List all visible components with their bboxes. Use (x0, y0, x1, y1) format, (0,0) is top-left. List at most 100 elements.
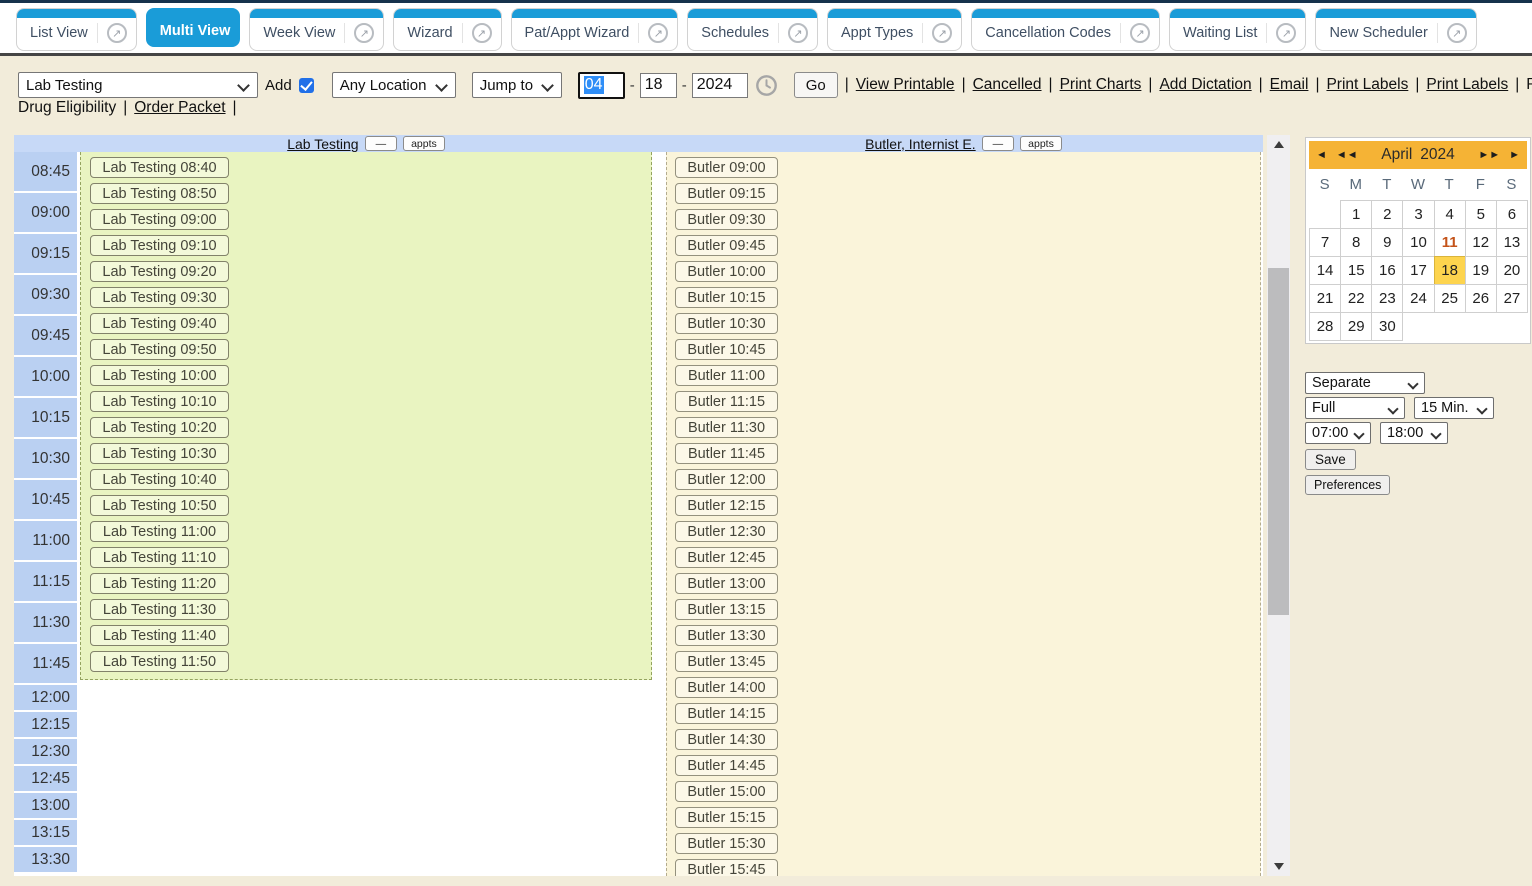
calendar-day[interactable]: 6 (1496, 200, 1528, 229)
calendar-day[interactable]: 21 (1309, 284, 1341, 313)
calendar-day[interactable]: 10 (1402, 228, 1434, 257)
layout-mode-select[interactable]: Separate (1305, 372, 1425, 394)
prev-year-icon[interactable]: ◄◄ (1336, 149, 1358, 161)
tab-multi-view[interactable]: Multi View (146, 8, 241, 47)
butler-column-title-link[interactable]: Butler, Internist E. (865, 136, 976, 152)
tab-appt-types[interactable]: Appt Types↗ (827, 8, 962, 51)
appointment-slot-button[interactable]: Lab Testing 10:50 (90, 495, 229, 516)
appointment-slot-button[interactable]: Butler 11:30 (675, 417, 778, 438)
appointment-slot-button[interactable]: Lab Testing 08:50 (90, 183, 229, 204)
butler-minimize-button[interactable]: — (982, 136, 1015, 151)
appointment-slot-button[interactable]: Lab Testing 11:10 (90, 547, 229, 568)
calendar-day[interactable]: 4 (1434, 200, 1466, 229)
toolbar-link-view-printable[interactable]: View Printable (856, 76, 955, 94)
calendar-day[interactable]: 13 (1496, 228, 1528, 257)
calendar-day[interactable]: 3 (1402, 200, 1434, 229)
tab-list-view[interactable]: List View↗ (16, 8, 137, 51)
save-button[interactable]: Save (1305, 449, 1356, 470)
appointment-slot-button[interactable]: Butler 10:45 (675, 339, 778, 360)
appointment-slot-button[interactable]: Lab Testing 11:50 (90, 651, 229, 672)
tab-wizard[interactable]: Wizard↗ (393, 8, 501, 51)
calendar-day[interactable]: 2 (1371, 200, 1403, 229)
appointment-slot-button[interactable]: Butler 15:45 (675, 859, 778, 876)
appointment-slot-button[interactable]: Butler 12:30 (675, 521, 778, 542)
calendar-day[interactable]: 11 (1434, 228, 1466, 257)
calendar-day[interactable]: 24 (1402, 284, 1434, 313)
end-time-select[interactable]: 18:00 (1380, 422, 1448, 444)
calendar-day[interactable]: 22 (1340, 284, 1372, 313)
toolbar-link-add-dictation[interactable]: Add Dictation (1159, 76, 1251, 94)
appointment-slot-button[interactable]: Lab Testing 09:40 (90, 313, 229, 334)
appointment-slot-button[interactable]: Butler 09:30 (675, 209, 778, 230)
tab-cancellation-codes[interactable]: Cancellation Codes↗ (971, 8, 1160, 51)
appointment-slot-button[interactable]: Lab Testing 11:40 (90, 625, 229, 646)
butler-appts-button[interactable]: appts (1020, 136, 1062, 151)
calendar-day[interactable]: 29 (1340, 312, 1372, 341)
appointment-slot-button[interactable]: Lab Testing 11:20 (90, 573, 229, 594)
calendar-day[interactable]: 18 (1434, 256, 1466, 285)
appointment-slot-button[interactable]: Lab Testing 10:10 (90, 391, 229, 412)
appointment-slot-button[interactable]: Lab Testing 10:00 (90, 365, 229, 386)
appointment-slot-button[interactable]: Lab Testing 09:20 (90, 261, 229, 282)
calendar-day[interactable]: 16 (1371, 256, 1403, 285)
appointment-slot-button[interactable]: Butler 14:45 (675, 755, 778, 776)
appointment-slot-button[interactable]: Butler 13:00 (675, 573, 778, 594)
appointment-slot-button[interactable]: Butler 09:00 (675, 157, 778, 178)
start-time-select[interactable]: 07:00 (1305, 422, 1371, 444)
appointment-slot-button[interactable]: Lab Testing 10:40 (90, 469, 229, 490)
calendar-day[interactable]: 15 (1340, 256, 1372, 285)
toolbar-link-cancelled[interactable]: Cancelled (973, 76, 1042, 94)
calendar-day[interactable]: 27 (1496, 284, 1528, 313)
calendar-day[interactable]: 20 (1496, 256, 1528, 285)
appointment-slot-button[interactable]: Butler 10:15 (675, 287, 778, 308)
date-year-input[interactable]: 2024 (692, 73, 748, 98)
location-select[interactable]: Any Location (332, 72, 456, 98)
appointment-slot-button[interactable]: Butler 11:15 (675, 391, 778, 412)
calendar-day[interactable]: 12 (1465, 228, 1497, 257)
clock-icon[interactable] (755, 74, 778, 97)
appointment-slot-button[interactable]: Butler 12:45 (675, 547, 778, 568)
appointment-slot-button[interactable]: Butler 12:15 (675, 495, 778, 516)
calendar-day[interactable]: 30 (1371, 312, 1403, 341)
appointment-slot-button[interactable]: Lab Testing 09:10 (90, 235, 229, 256)
interval-select[interactable]: 15 Min. (1414, 397, 1494, 419)
appointment-slot-button[interactable]: Lab Testing 10:30 (90, 443, 229, 464)
appointment-slot-button[interactable]: Lab Testing 09:50 (90, 339, 229, 360)
date-day-input[interactable]: 18 (640, 73, 677, 98)
lab-testing-column-title-link[interactable]: Lab Testing (287, 136, 358, 152)
calendar-day[interactable]: 28 (1309, 312, 1341, 341)
appointment-slot-button[interactable]: Butler 13:45 (675, 651, 778, 672)
calendar-day[interactable]: 8 (1340, 228, 1372, 257)
lab-testing-appts-button[interactable]: appts (403, 136, 445, 151)
appointment-slot-button[interactable]: Lab Testing 09:30 (90, 287, 229, 308)
scrollbar-thumb[interactable] (1268, 268, 1289, 615)
appointment-slot-button[interactable]: Butler 14:30 (675, 729, 778, 750)
appointment-slot-button[interactable]: Butler 09:45 (675, 235, 778, 256)
vertical-scrollbar[interactable] (1267, 135, 1290, 876)
toolbar-link-email[interactable]: Email (1270, 76, 1309, 94)
calendar-day[interactable]: 23 (1371, 284, 1403, 313)
appointment-slot-button[interactable]: Butler 13:15 (675, 599, 778, 620)
preferences-button[interactable]: Preferences (1305, 475, 1390, 495)
scroll-up-arrow[interactable] (1267, 136, 1290, 153)
run-all-button[interactable]: Run All (1526, 76, 1532, 94)
appointment-slot-button[interactable]: Butler 14:15 (675, 703, 778, 724)
appointment-slot-button[interactable]: Butler 13:30 (675, 625, 778, 646)
calendar-day[interactable]: 17 (1402, 256, 1434, 285)
appointment-slot-button[interactable]: Butler 14:00 (675, 677, 778, 698)
appointment-slot-button[interactable]: Butler 12:00 (675, 469, 778, 490)
provider-select[interactable]: Lab Testing (18, 72, 258, 98)
appointment-slot-button[interactable]: Butler 11:00 (675, 365, 778, 386)
calendar-day[interactable]: 9 (1371, 228, 1403, 257)
date-month-input[interactable]: 04 (578, 72, 625, 99)
calendar-day[interactable]: 26 (1465, 284, 1497, 313)
jump-to-select[interactable]: Jump to (472, 72, 562, 98)
order-packet-link[interactable]: Order Packet (134, 99, 225, 117)
appointment-slot-button[interactable]: Butler 15:15 (675, 807, 778, 828)
tab-week-view[interactable]: Week View↗ (249, 8, 384, 51)
add-checkbox[interactable] (299, 78, 314, 93)
tab-schedules[interactable]: Schedules↗ (687, 8, 818, 51)
appointment-slot-button[interactable]: Butler 15:00 (675, 781, 778, 802)
appointment-slot-button[interactable]: Butler 15:30 (675, 833, 778, 854)
calendar-day[interactable]: 1 (1340, 200, 1372, 229)
